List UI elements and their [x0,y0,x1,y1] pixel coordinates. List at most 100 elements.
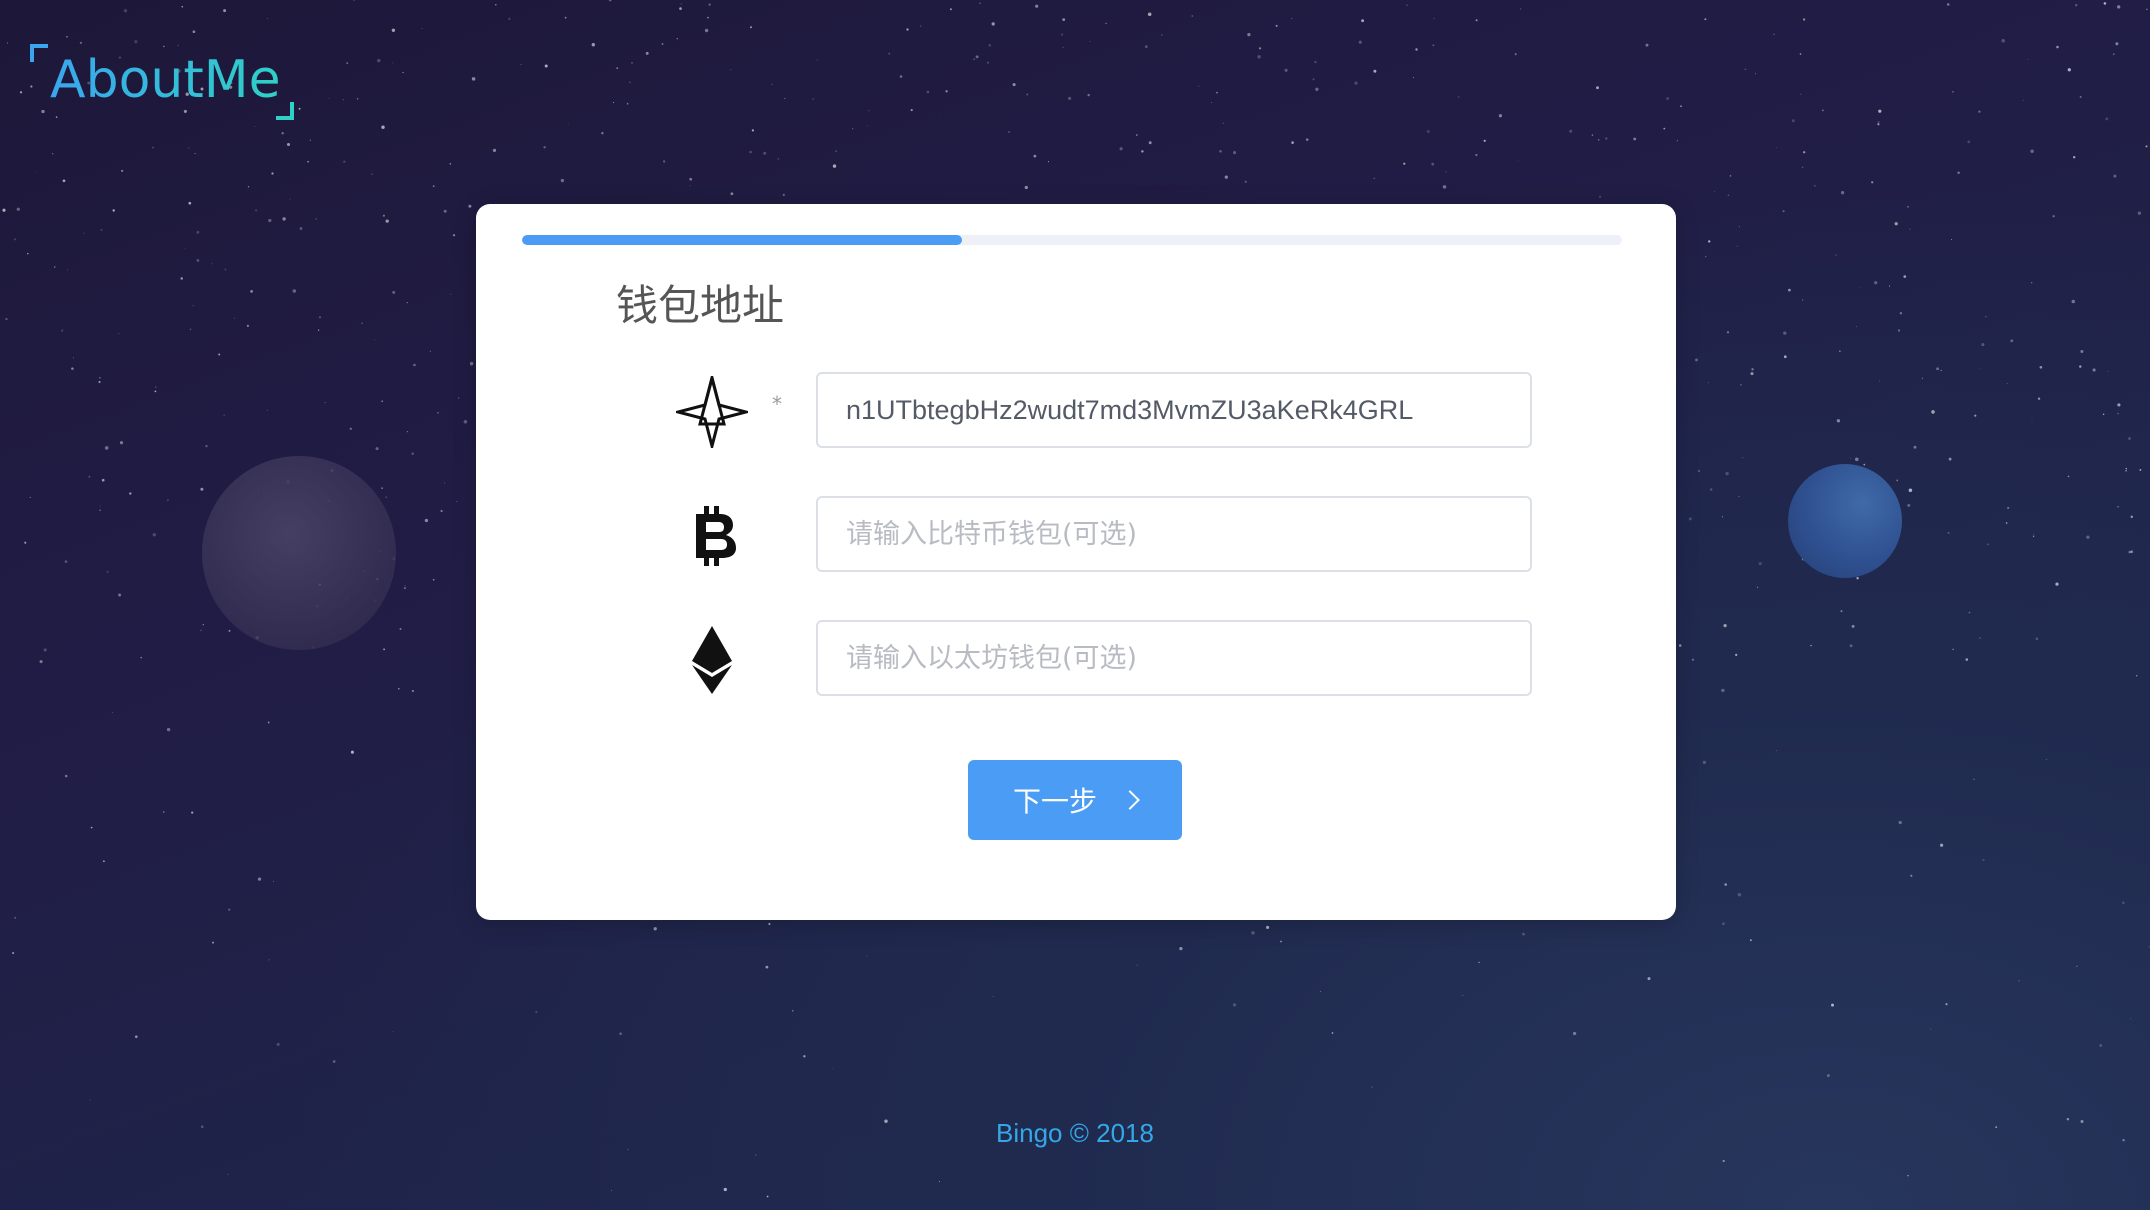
star-dot [346,62,349,64]
nebulas-wallet-input[interactable] [816,372,1532,448]
star-dot [449,293,452,295]
star-dot [449,162,452,165]
star-dot [1645,43,1649,47]
star-dot [1871,181,1874,184]
star-dot [123,9,128,13]
star-dot [1320,991,1322,992]
star-dot [2067,68,2071,72]
star-dot [2125,469,2127,472]
star-dot [1877,123,1880,126]
star-dot [98,380,101,384]
star-dot [2099,1044,2103,1047]
star-dot [118,593,122,597]
star-dot [1704,18,1707,21]
star-dot [2079,95,2082,98]
star-dot [324,402,326,403]
star-dot [212,941,214,944]
ethereum-wallet-input[interactable] [816,620,1532,696]
nebulas-wallet-row: * [476,372,1676,452]
star-dot [906,28,909,31]
logo-corner-bottom-right [276,102,294,120]
star-dot [1981,343,1985,347]
star-dot [629,81,631,83]
star-dot [1799,53,1802,55]
star-dot [67,269,68,271]
star-dot [803,1055,806,1058]
star-dot [2001,39,2005,43]
star-dot [1813,184,1816,187]
star-dot [1147,12,1152,17]
star-dot [471,77,476,81]
bitcoin-icon [676,500,748,572]
star-dot [2107,370,2109,372]
star-dot [679,7,682,10]
star-dot [1744,68,1746,70]
star-dot [2080,349,2084,354]
bitcoin-wallet-input[interactable] [816,496,1532,572]
star-dot [429,350,431,352]
star-dot [2018,979,2020,982]
star-dot [1788,288,1791,292]
star-dot [1803,151,1806,154]
star-dot [187,146,190,149]
star-dot [1907,1175,1909,1177]
star-dot [1736,245,1738,247]
star-dot [1874,281,1878,285]
star-dot [1909,228,1911,231]
star-dot [299,227,303,230]
star-dot [1840,610,1843,613]
star-dot [1896,479,1899,482]
star-dot [1908,488,1913,493]
star-dot [66,35,68,38]
star-dot [166,727,171,732]
star-dot [1921,377,1924,379]
star-dot [289,198,291,200]
star-dot [101,478,105,482]
star-dot [361,322,363,324]
star-dot [424,518,429,523]
star-dot [404,585,406,587]
star-dot [192,30,196,34]
star-dot [342,98,345,101]
star-dot [1688,517,1692,521]
star-dot [1517,160,1520,162]
star-dot [64,560,68,563]
star-dot [2071,299,2076,304]
star-dot [452,234,456,237]
star-dot [899,75,903,78]
star-dot [411,452,414,455]
star-dot [1940,843,1944,847]
star-dot [16,207,20,211]
star-dot [119,441,124,445]
star-dot [1849,644,1853,648]
star-dot [2130,550,2134,554]
star-dot [1986,543,1989,546]
star-dot [1519,8,1522,10]
star-dot [19,91,23,94]
star-dot [1773,33,1775,35]
star-dot [2092,368,2096,372]
star-dot [1244,180,1247,183]
logo[interactable]: AboutMe [28,40,294,120]
star-dot [100,228,103,231]
star-dot [1863,463,1866,466]
star-dot [398,687,400,690]
star-dot [167,499,169,502]
star-dot [708,3,711,6]
star-dot [1775,750,1777,752]
star-dot [1967,140,1971,144]
star-dot [391,28,396,32]
star-dot [560,178,565,183]
star-dot [1897,329,1901,332]
star-dot [406,301,408,304]
star-dot [1751,368,1754,371]
star-dot [1957,171,1960,175]
star-dot [1800,93,1802,95]
star-dot [949,8,952,11]
star-dot [1936,367,1940,371]
star-dot [1314,60,1317,64]
star-dot [189,328,192,331]
next-step-button[interactable]: 下一步 [968,760,1182,840]
star-dot [103,860,105,863]
star-dot [771,83,773,86]
